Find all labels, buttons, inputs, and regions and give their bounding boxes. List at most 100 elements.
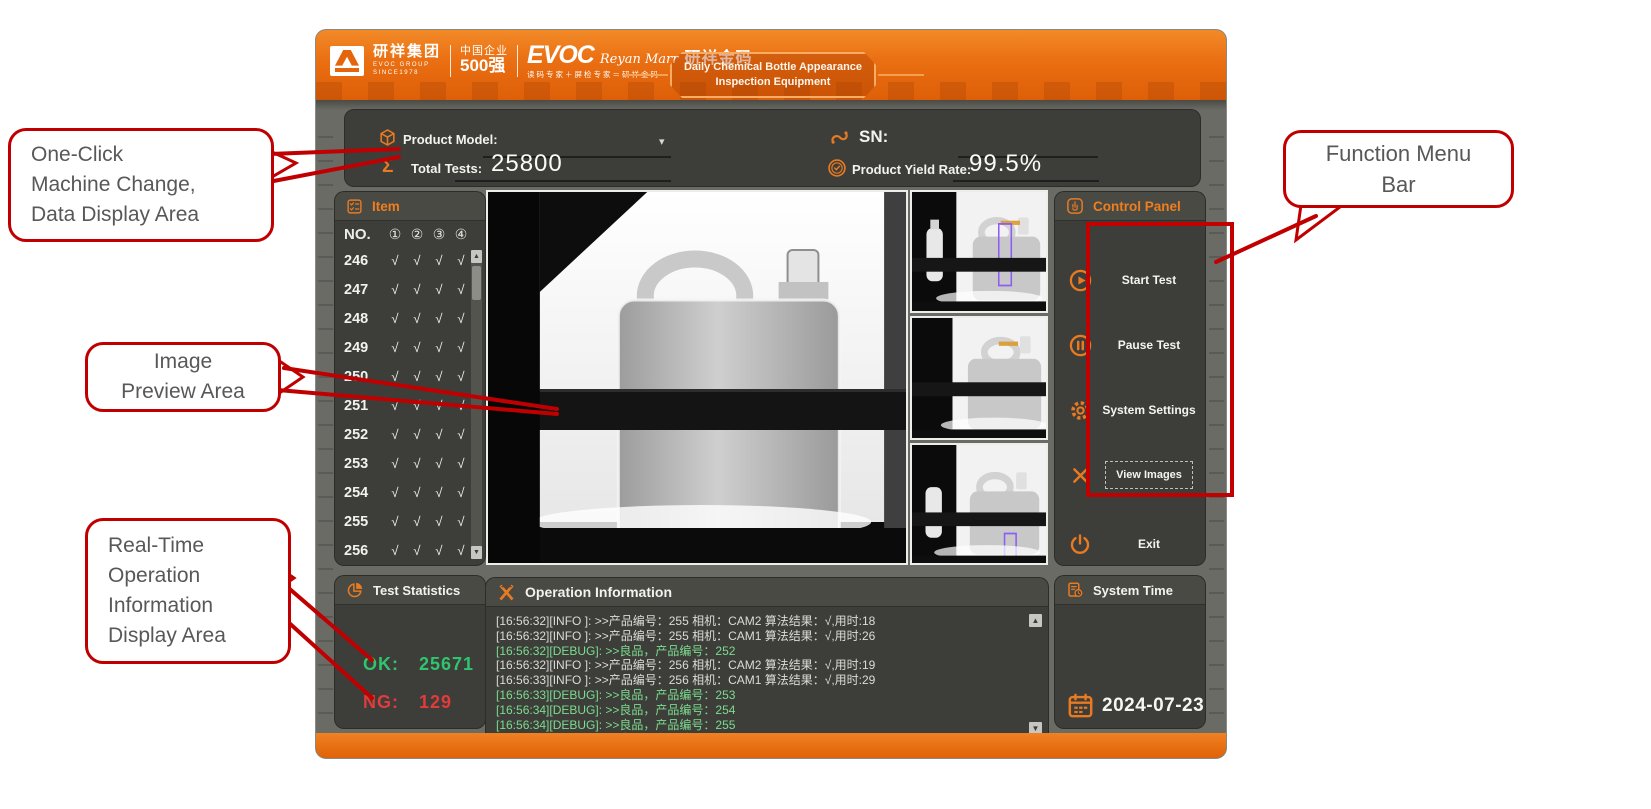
check-mark: √ (428, 282, 450, 297)
pie-chart-icon (346, 581, 364, 599)
exit-label: Exit (1097, 537, 1201, 551)
operation-information-panel: Operation Information [16:56:32][INFO ]:… (486, 578, 1048, 745)
log-scroll-up-icon[interactable]: ▲ (1029, 614, 1042, 627)
row-number: 246 (335, 253, 384, 269)
check-mark: √ (384, 340, 406, 355)
check-mark: √ (428, 398, 450, 413)
check-mark: √ (428, 543, 450, 558)
system-date-value: 2024-07-23 (1102, 695, 1204, 717)
table-row: 248 √ √ √ √ (335, 304, 485, 333)
exit-button[interactable]: Exit (1063, 522, 1201, 566)
item-panel: Item NO. ① ② ③ ④ 246 √ √ √ √ (335, 192, 485, 565)
check-mark: √ (384, 514, 406, 529)
system-time-panel: System Time 2024-07-23 (1055, 576, 1205, 728)
col-2: ② (406, 226, 428, 243)
check-mark: √ (450, 253, 472, 268)
annotation-rectangle (1086, 222, 1234, 497)
ng-value: 129 (419, 692, 452, 713)
table-row: 249 √ √ √ √ (335, 333, 485, 362)
thumbnail-photo (912, 192, 1046, 311)
table-row: 246 √ √ √ √ (335, 246, 485, 275)
document-clock-icon (1066, 581, 1084, 599)
operation-information-title: Operation Information (525, 584, 672, 600)
logo-divider (450, 45, 451, 77)
scroll-up-icon[interactable]: ▲ (471, 250, 482, 263)
scroll-down-icon[interactable]: ▼ (471, 546, 482, 559)
table-row: 256 √ √ √ √ (335, 536, 485, 565)
callout-realtime-info: Real-TimeOperationInformationDisplay Are… (85, 518, 291, 664)
check-mark: √ (406, 427, 428, 442)
product-box-icon (378, 128, 397, 147)
evoc-wordmark: EVOC (527, 42, 594, 68)
total-tests-value: 25800 (491, 150, 563, 178)
log-line: [16:56:34][DEBUG]: >>良品，产品编号：254 (496, 703, 1022, 718)
callout-image-preview: ImagePreview Area (85, 342, 281, 412)
callout-data-area: One-ClickMachine Change,Data Display Are… (8, 128, 274, 242)
power-icon (1063, 532, 1097, 556)
callout-text: Real-Time (108, 531, 288, 561)
check-mark: √ (428, 253, 450, 268)
table-row: 253 √ √ √ √ (335, 449, 485, 478)
check-mark: √ (384, 543, 406, 558)
app-title-line1: Daily Chemical Bottle Appearance (672, 60, 874, 75)
item-panel-header: Item (335, 192, 485, 221)
annotated-screenshot: 研祥集团 EVOC GROUP SINCE1978 中国企业 500强 EVOC… (0, 0, 1651, 809)
check-mark: √ (384, 369, 406, 384)
check-mark: √ (406, 485, 428, 500)
thumbnail-photo (912, 318, 1046, 438)
log-line: [16:56:33][DEBUG]: >>良品，产品编号：253 (496, 688, 1022, 703)
yield-underline (953, 180, 1099, 182)
ng-label: NG: (363, 692, 399, 713)
test-statistics-header: Test Statistics (335, 576, 485, 605)
check-mark: √ (384, 398, 406, 413)
preview-thumbnail-2[interactable] (910, 316, 1048, 440)
crossed-tools-icon (497, 583, 516, 602)
system-time-header: System Time (1055, 576, 1205, 605)
evoc-logo-icon (330, 46, 364, 76)
item-scrollbar[interactable]: ▲ ▼ (471, 250, 482, 559)
yield-label: Product Yield Rate: (852, 162, 971, 177)
data-display-panel: Product Model: ▾ Σ Total Tests: 25800 SN… (345, 110, 1200, 186)
yield-check-icon (827, 158, 847, 178)
check-mark: √ (428, 369, 450, 384)
row-number: 248 (335, 311, 384, 327)
test-statistics-title: Test Statistics (373, 583, 460, 598)
preview-thumbnail-3[interactable] (910, 443, 1048, 565)
callout-text: Preview Area (88, 377, 278, 407)
row-number: 249 (335, 340, 384, 356)
preview-thumbnail-1[interactable] (910, 190, 1048, 313)
total-tests-label: Total Tests: (411, 161, 482, 176)
row-number: 251 (335, 398, 384, 414)
scrollbar-thumb[interactable] (472, 266, 481, 300)
test-statistics-panel: Test Statistics OK: 25671 NG: 129 (335, 576, 485, 728)
check-mark: √ (406, 282, 428, 297)
date-row: 2024-07-23 (1067, 692, 1204, 719)
callout-function-menu: Function MenuBar (1283, 130, 1514, 208)
row-number: 247 (335, 282, 384, 298)
row-number: 250 (335, 369, 384, 385)
ok-label: OK: (363, 654, 399, 675)
callout-text: Machine Change, (31, 170, 271, 200)
col-1: ① (384, 226, 406, 243)
check-mark: √ (384, 427, 406, 442)
check-mark: √ (450, 456, 472, 471)
check-mark: √ (450, 514, 472, 529)
log-line: [16:56:32][INFO ]: >>产品编号：256 相机：CAM2 算法… (496, 658, 1022, 673)
check-mark: √ (406, 253, 428, 268)
callout-text: Operation (108, 561, 288, 591)
check-mark: √ (450, 369, 472, 384)
yield-value: 99.5% (969, 150, 1042, 178)
group-since: SINCE1978 (373, 70, 441, 76)
check-mark: √ (384, 253, 406, 268)
left-circuit-decoration (318, 114, 333, 728)
log-line: [16:56:32][DEBUG]: >>良品，产品编号：252 (496, 644, 1022, 659)
sigma-icon: Σ (382, 156, 393, 178)
check-mark: √ (428, 340, 450, 355)
logo-divider (517, 45, 518, 77)
control-panel-title: Control Panel (1093, 199, 1181, 214)
col-no: NO. (335, 226, 384, 243)
main-preview-image (486, 190, 908, 565)
item-table-columns: NO. ① ② ③ ④ (335, 222, 485, 246)
row-number: 254 (335, 485, 384, 501)
signature-script: Reyan Marr (600, 53, 679, 67)
